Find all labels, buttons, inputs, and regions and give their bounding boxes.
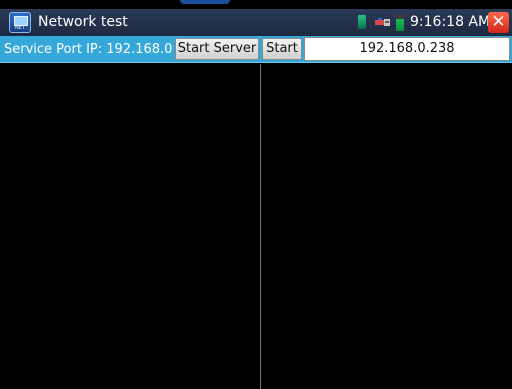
top-notch xyxy=(180,0,230,4)
title-bar: NET Network test 9:16:18 AM ✕ xyxy=(0,9,512,36)
close-button[interactable]: ✕ xyxy=(488,12,509,33)
server-output-pane[interactable] xyxy=(0,64,260,389)
status-clock: 9:16:18 AM xyxy=(410,14,491,30)
network-test-screen: NET Network test 9:16:18 AM ✕ Service Po… xyxy=(0,0,512,389)
target-ip-input[interactable]: 192.168.0.238 xyxy=(304,37,510,61)
app-icon-text: NET xyxy=(15,25,25,31)
window-title: Network test xyxy=(38,14,128,30)
sim-card-icon xyxy=(358,15,366,29)
toolbar: Service Port IP: 192.168.0 Start Server … xyxy=(0,36,512,63)
start-button[interactable]: Start xyxy=(262,38,302,60)
usb-icon xyxy=(375,18,390,26)
network-tester-app-icon[interactable]: NET xyxy=(9,12,31,33)
client-output-pane[interactable] xyxy=(262,64,512,389)
service-port-ip-label: Service Port IP: 192.168.0 xyxy=(4,42,173,57)
close-icon: ✕ xyxy=(491,12,506,32)
start-server-button[interactable]: Start Server xyxy=(175,38,259,60)
pane-divider xyxy=(260,64,261,389)
battery-icon xyxy=(396,14,404,31)
